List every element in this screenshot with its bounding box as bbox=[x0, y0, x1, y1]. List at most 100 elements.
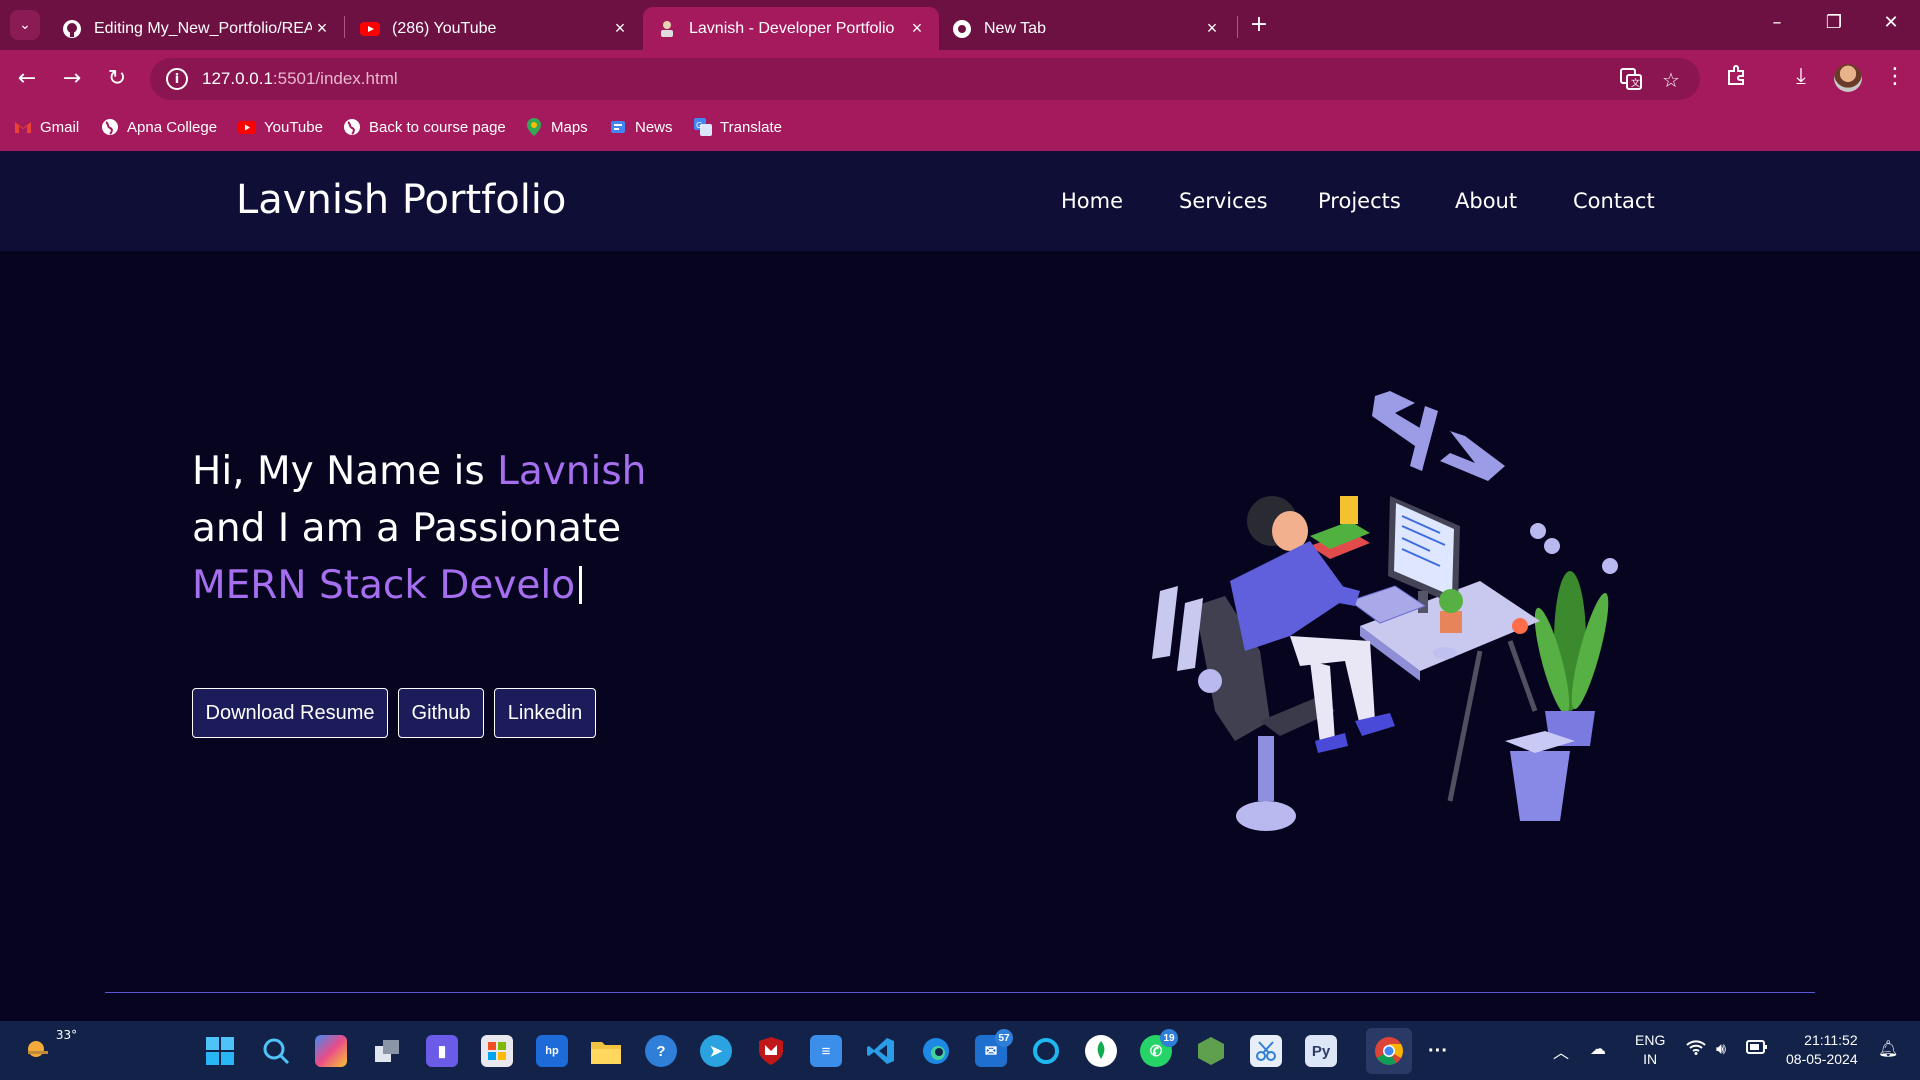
url-path: :5501/index.html bbox=[272, 69, 398, 88]
close-icon[interactable]: × bbox=[312, 18, 332, 39]
extensions-icon[interactable] bbox=[1722, 64, 1752, 92]
bookmarks-bar: Gmail Apna College YouTube Back to cours… bbox=[0, 108, 1920, 151]
more-apps-icon[interactable]: ··· bbox=[1422, 1035, 1454, 1067]
bookmark-gmail[interactable]: Gmail bbox=[14, 118, 79, 136]
restore-icon[interactable]: ❐ bbox=[1819, 12, 1849, 33]
globe-icon bbox=[343, 118, 361, 136]
forward-icon[interactable]: → bbox=[59, 66, 85, 92]
chrome-taskbar-icon[interactable] bbox=[1366, 1028, 1412, 1074]
get-help-icon[interactable]: ? bbox=[645, 1035, 677, 1067]
bookmark-label: Translate bbox=[720, 118, 782, 136]
close-icon[interactable]: × bbox=[1202, 18, 1222, 39]
nav-about[interactable]: About bbox=[1455, 189, 1517, 213]
profile-avatar[interactable] bbox=[1834, 64, 1862, 92]
alexa-icon[interactable] bbox=[1030, 1035, 1062, 1067]
weather-temp: 33° bbox=[55, 1027, 78, 1042]
minimize-icon[interactable]: – bbox=[1762, 12, 1792, 33]
window-close-icon[interactable]: ✕ bbox=[1876, 12, 1906, 33]
clock-date: 08-05-2024 bbox=[1786, 1051, 1858, 1067]
wifi-icon[interactable] bbox=[1686, 1039, 1706, 1059]
notifications-icon[interactable]: 🔔︎ bbox=[1878, 1039, 1898, 1058]
chevron-up-icon[interactable]: ︿ bbox=[1553, 1039, 1569, 1063]
close-icon[interactable]: × bbox=[610, 18, 630, 39]
microsoft-store-icon[interactable] bbox=[481, 1035, 513, 1067]
github-button[interactable]: Github bbox=[398, 688, 484, 738]
bookmark-label: Gmail bbox=[40, 118, 80, 136]
python-icon[interactable]: Py bbox=[1305, 1035, 1337, 1067]
vscode-icon[interactable] bbox=[865, 1035, 897, 1067]
windows-start-icon[interactable] bbox=[204, 1035, 236, 1067]
tab-new-tab[interactable]: New Tab × bbox=[938, 7, 1234, 50]
input-language[interactable]: ENG IN bbox=[1635, 1031, 1665, 1069]
edge-icon[interactable] bbox=[920, 1035, 952, 1067]
new-tab-button[interactable]: + bbox=[1244, 10, 1274, 40]
onedrive-offline-icon[interactable]: ☁ bbox=[1590, 1039, 1606, 1058]
close-icon[interactable]: × bbox=[907, 18, 927, 39]
typing-cursor bbox=[579, 566, 583, 604]
telegram-icon[interactable]: ➤ bbox=[700, 1035, 732, 1067]
download-icon[interactable]: ⤓ bbox=[1786, 64, 1816, 89]
section-divider bbox=[105, 992, 1815, 993]
mongodb-compass-icon[interactable] bbox=[1085, 1035, 1117, 1067]
site-brand[interactable]: Lavnish Portfolio bbox=[236, 177, 566, 223]
myhp-icon[interactable]: hp bbox=[536, 1035, 568, 1067]
bookmark-news[interactable]: News bbox=[609, 118, 673, 136]
translate-icon: G bbox=[694, 118, 712, 136]
download-resume-button[interactable]: Download Resume bbox=[192, 688, 388, 738]
hero-section: Hi, My Name is Lavnish and I am a Passio… bbox=[0, 251, 1920, 1021]
tab-search-button[interactable]: ⌄ bbox=[10, 10, 40, 40]
tab-youtube[interactable]: (286) YouTube × bbox=[346, 7, 642, 50]
nav-home[interactable]: Home bbox=[1061, 189, 1123, 213]
more-menu-icon[interactable]: ⋮ bbox=[1880, 64, 1910, 89]
task-view-icon[interactable] bbox=[372, 1035, 404, 1067]
tab-portfolio[interactable]: Lavnish - Developer Portfolio × bbox=[643, 7, 939, 50]
tab-label: New Tab bbox=[984, 19, 1046, 37]
site-info-icon[interactable]: i bbox=[166, 68, 188, 90]
whatsapp-icon[interactable]: ✆ 19 bbox=[1140, 1029, 1178, 1067]
nav-contact[interactable]: Contact bbox=[1573, 189, 1655, 213]
tab-github-readme[interactable]: Editing My_New_Portfolio/README × bbox=[48, 7, 344, 50]
tab-label: Lavnish - Developer Portfolio bbox=[689, 19, 895, 37]
gmail-icon bbox=[14, 118, 32, 136]
teams-chat-icon[interactable]: ▮ bbox=[426, 1035, 458, 1067]
weather-sun-icon bbox=[28, 1041, 48, 1057]
bookmark-star-icon[interactable]: ☆ bbox=[1662, 68, 1680, 92]
mail-icon[interactable]: ✉ 57 bbox=[975, 1029, 1013, 1067]
bookmark-youtube[interactable]: YouTube bbox=[238, 118, 323, 136]
nav-services[interactable]: Services bbox=[1179, 189, 1268, 213]
back-icon[interactable]: ← bbox=[14, 66, 40, 92]
hero-heading: Hi, My Name is Lavnish and I am a Passio… bbox=[192, 443, 646, 614]
bookmark-label: News bbox=[635, 118, 673, 136]
bookmark-maps[interactable]: Maps bbox=[525, 118, 588, 136]
youtube-icon bbox=[360, 19, 380, 39]
tab-divider bbox=[1237, 16, 1238, 38]
nav-projects[interactable]: Projects bbox=[1318, 189, 1401, 213]
bookmark-translate[interactable]: G Translate bbox=[694, 118, 782, 136]
battery-icon[interactable] bbox=[1746, 1039, 1768, 1058]
whatsapp-badge: 19 bbox=[1160, 1029, 1178, 1047]
copilot-icon[interactable] bbox=[315, 1035, 347, 1067]
weather-widget[interactable]: 33° bbox=[24, 1028, 77, 1059]
reload-icon[interactable]: ↻ bbox=[104, 66, 130, 92]
system-clock[interactable]: 21:11:52 08-05-2024 bbox=[1786, 1031, 1858, 1069]
news-icon bbox=[609, 118, 627, 136]
nodejs-icon[interactable] bbox=[1195, 1035, 1227, 1067]
volume-icon[interactable]: 🔊︎ bbox=[1716, 1039, 1726, 1059]
svg-text:G: G bbox=[696, 121, 702, 130]
bookmark-label: YouTube bbox=[264, 118, 323, 136]
file-explorer-icon[interactable] bbox=[590, 1035, 622, 1067]
svg-text:文: 文 bbox=[1631, 77, 1640, 89]
tab-label: (286) YouTube bbox=[392, 19, 497, 37]
linkedin-button[interactable]: Linkedin bbox=[494, 688, 596, 738]
mcafee-icon[interactable] bbox=[755, 1035, 787, 1067]
search-icon[interactable] bbox=[260, 1035, 292, 1067]
translate-page-icon[interactable]: 文 bbox=[1620, 68, 1642, 95]
bookmark-back-to-course[interactable]: Back to course page bbox=[343, 118, 506, 136]
address-bar[interactable]: i 127.0.0.1:5501/index.html 文 ☆ bbox=[150, 58, 1700, 100]
snipping-tool-icon[interactable] bbox=[1250, 1035, 1282, 1067]
notepad-icon[interactable]: ≡ bbox=[810, 1035, 842, 1067]
portfolio-favicon bbox=[657, 19, 677, 39]
plant-icon bbox=[1530, 523, 1618, 746]
youtube-icon bbox=[238, 118, 256, 136]
bookmark-apna-college[interactable]: Apna College bbox=[101, 118, 217, 136]
